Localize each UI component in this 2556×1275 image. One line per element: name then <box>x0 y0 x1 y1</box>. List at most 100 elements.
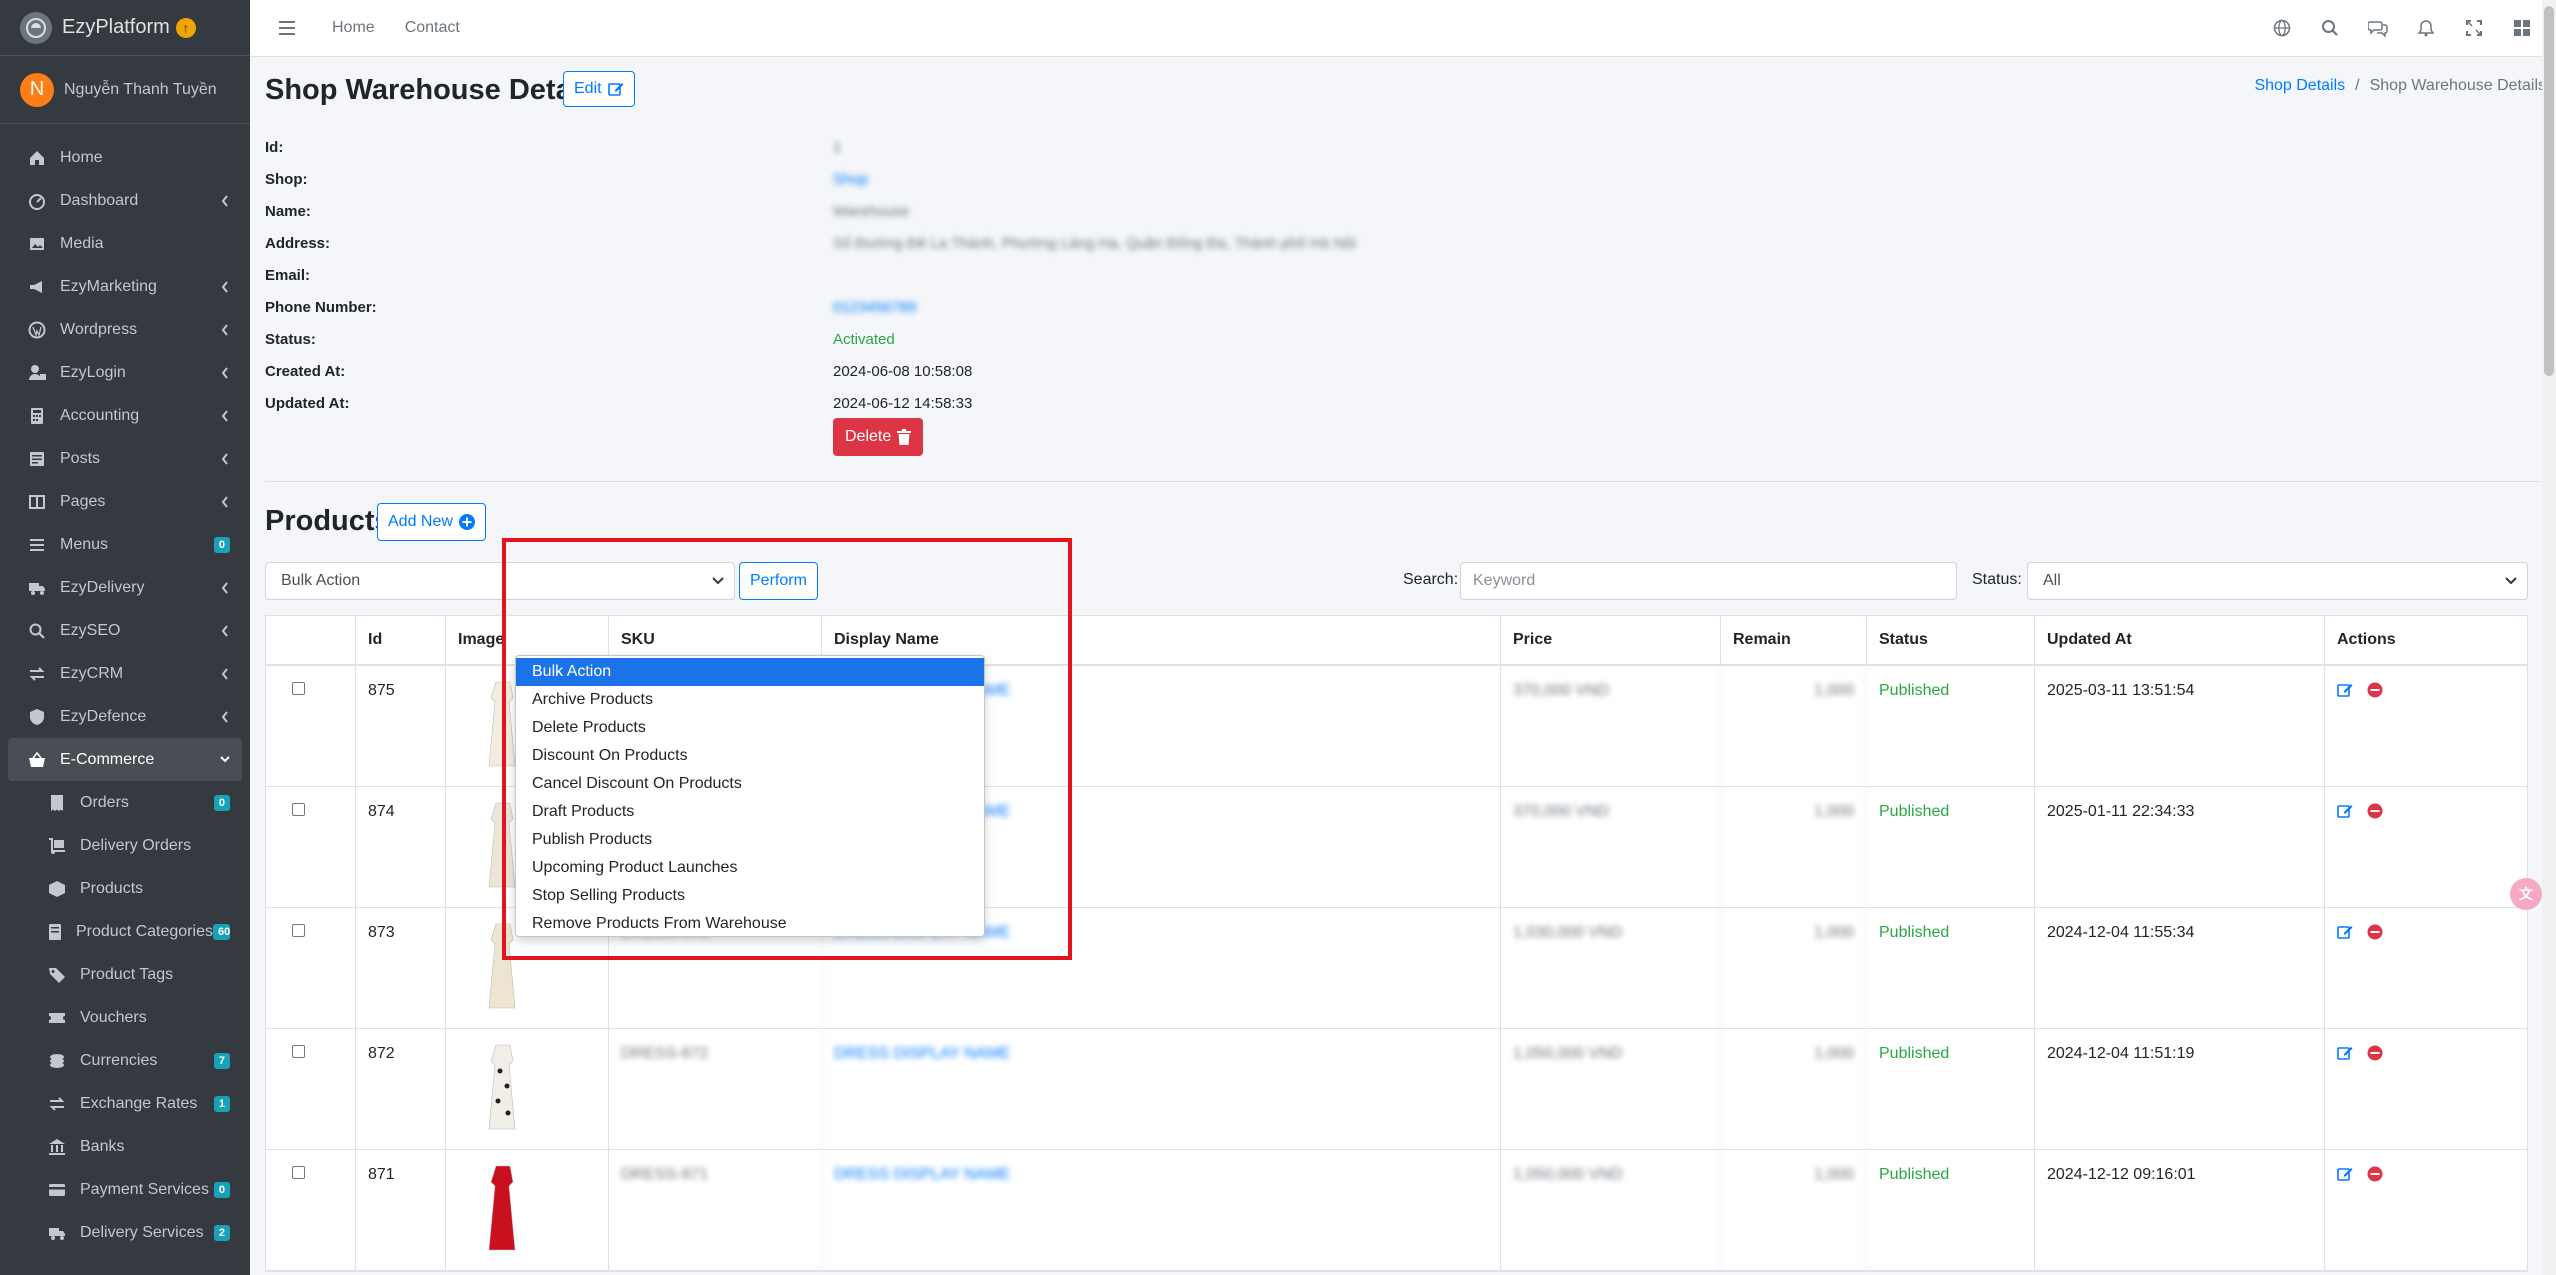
sidebar-item-label: Orders <box>80 793 129 811</box>
sidebar-item-ezydelivery[interactable]: EzyDelivery <box>8 566 242 609</box>
bulk-action-select[interactable]: Bulk Action <box>265 562 735 600</box>
perform-button[interactable]: Perform <box>739 562 818 600</box>
top-link-contact[interactable]: Contact <box>405 19 460 37</box>
product-id: 875 <box>356 666 446 786</box>
sidebar-item-ezylogin[interactable]: EzyLogin <box>8 351 242 394</box>
sidebar-item-banks[interactable]: Banks <box>8 1125 242 1168</box>
sidebar-item-pages[interactable]: Pages <box>8 480 242 523</box>
sidebar-item-ezymarketing[interactable]: EzyMarketing <box>8 265 242 308</box>
sidebar-item-product-categories[interactable]: Product Categories 60 <box>8 910 242 953</box>
brand[interactable]: EzyPlatform ↑ <box>0 0 250 56</box>
edit-icon[interactable] <box>2337 682 2353 786</box>
row-checkbox[interactable] <box>292 1166 305 1179</box>
sidebar-item-wordpress[interactable]: Wordpress <box>8 308 242 351</box>
bulk-option[interactable]: Stop Selling Products <box>516 882 984 910</box>
hamburger-menu-icon[interactable] <box>272 21 302 35</box>
search-icon <box>26 622 48 640</box>
detail-value[interactable]: 0123456789 <box>833 299 916 316</box>
detail-value[interactable]: Shop <box>833 171 868 188</box>
sidebar-item-e-commerce[interactable]: E-Commerce <box>8 738 242 781</box>
sidebar-item-vouchers[interactable]: Vouchers <box>8 996 242 1039</box>
product-name-cell: DRESS DISPLAY NAME <box>822 1029 1501 1149</box>
sidebar-item-currencies[interactable]: Currencies 7 <box>8 1039 242 1082</box>
comments-icon[interactable] <box>2354 8 2402 48</box>
sidebar-item-dashboard[interactable]: Dashboard <box>8 179 242 222</box>
column-header: Status <box>1867 616 2035 664</box>
bulk-option[interactable]: Archive Products <box>516 686 984 714</box>
sidebar-item-delivery-services[interactable]: Delivery Services 2 <box>8 1211 242 1254</box>
top-right-icons <box>2258 8 2546 48</box>
sidebar-item-exchange-rates[interactable]: Exchange Rates 1 <box>8 1082 242 1125</box>
detail-row: Id: 1 <box>265 131 1356 163</box>
row-checkbox[interactable] <box>292 682 305 695</box>
detail-value: 1 <box>833 138 842 156</box>
edit-icon <box>607 83 624 96</box>
breadcrumb-separator: / <box>2355 77 2360 94</box>
bulk-option[interactable]: Bulk Action <box>516 658 984 686</box>
sidebar-item-posts[interactable]: Posts <box>8 437 242 480</box>
search-label: Search: <box>1403 571 1459 588</box>
sidebar-item-products[interactable]: Products <box>8 867 242 910</box>
row-checkbox[interactable] <box>292 803 305 816</box>
product-name-link[interactable]: DRESS DISPLAY NAME <box>834 1166 1010 1183</box>
status-filter-select[interactable]: All <box>2027 562 2528 600</box>
chevron-left-icon <box>220 581 230 595</box>
sidebar-item-accounting[interactable]: Accounting <box>8 394 242 437</box>
bulk-option[interactable]: Publish Products <box>516 826 984 854</box>
translate-icon[interactable]: 文 <box>2510 878 2542 910</box>
row-actions <box>2325 1150 2527 1270</box>
sidebar-item-ezydefence[interactable]: EzyDefence <box>8 695 242 738</box>
remove-icon[interactable] <box>2367 803 2383 907</box>
remove-icon[interactable] <box>2367 682 2383 786</box>
sidebar-item-ezyseo[interactable]: EzySEO <box>8 609 242 652</box>
add-new-label: Add New <box>388 513 453 530</box>
count-badge: 0 <box>213 1181 230 1198</box>
edit-icon[interactable] <box>2337 1045 2353 1149</box>
delete-button[interactable]: Delete <box>833 418 924 456</box>
fullscreen-icon[interactable] <box>2450 8 2498 48</box>
bulk-option[interactable]: Discount On Products <box>516 742 984 770</box>
breadcrumb-shop-details[interactable]: Shop Details <box>2254 77 2345 95</box>
search-input[interactable]: Keyword <box>1460 562 1957 600</box>
bulk-option[interactable]: Remove Products From Warehouse <box>516 910 984 938</box>
detail-label: Shop: <box>265 170 308 188</box>
main-content: Shop Warehouse Details Edit Shop Details… <box>250 57 2556 1275</box>
product-status: Published <box>1867 787 2035 907</box>
bulk-option[interactable]: Cancel Discount On Products <box>516 770 984 798</box>
sidebar-item-home[interactable]: Home <box>8 136 242 179</box>
bulk-option[interactable]: Upcoming Product Launches <box>516 854 984 882</box>
scrollbar[interactable] <box>2542 0 2556 1275</box>
bulk-option[interactable]: Delete Products <box>516 714 984 742</box>
edit-icon[interactable] <box>2337 924 2353 1028</box>
row-checkbox[interactable] <box>292 924 305 937</box>
sidebar-item-media[interactable]: Media <box>8 222 242 265</box>
remove-icon[interactable] <box>2367 924 2383 1028</box>
sidebar-item-product-tags[interactable]: Product Tags <box>8 953 242 996</box>
user-panel[interactable]: N Nguyễn Thanh Tuyền <box>0 56 250 124</box>
sidebar-item-ezycrm[interactable]: EzyCRM <box>8 652 242 695</box>
edit-icon[interactable] <box>2337 803 2353 907</box>
product-price: 1,050,000 VND <box>1501 1029 1721 1149</box>
search-icon[interactable] <box>2306 8 2354 48</box>
bulk-option[interactable]: Draft Products <box>516 798 984 826</box>
add-new-button[interactable]: Add New <box>377 503 486 541</box>
chevron-left-icon <box>220 194 230 208</box>
product-name-link[interactable]: DRESS DISPLAY NAME <box>834 1045 1010 1062</box>
sidebar-item-label: Banks <box>80 1137 125 1155</box>
remove-icon[interactable] <box>2367 1166 2383 1270</box>
edit-button[interactable]: Edit <box>563 71 635 107</box>
edit-icon[interactable] <box>2337 1166 2353 1270</box>
remove-icon[interactable] <box>2367 1045 2383 1149</box>
sidebar-item-orders[interactable]: Orders 0 <box>8 781 242 824</box>
globe-icon[interactable] <box>2258 8 2306 48</box>
bell-icon[interactable] <box>2402 8 2450 48</box>
top-link-home[interactable]: Home <box>332 19 375 37</box>
sidebar-item-payment-services[interactable]: Payment Services 0 <box>8 1168 242 1211</box>
row-checkbox[interactable] <box>292 1045 305 1058</box>
scroll-thumb[interactable] <box>2544 6 2554 376</box>
sidebar-item-menus[interactable]: Menus 0 <box>8 523 242 566</box>
product-image[interactable] <box>478 1162 528 1254</box>
apps-grid-icon[interactable] <box>2498 8 2546 48</box>
sidebar-item-delivery-orders[interactable]: Delivery Orders <box>8 824 242 867</box>
product-image[interactable] <box>478 1041 528 1133</box>
